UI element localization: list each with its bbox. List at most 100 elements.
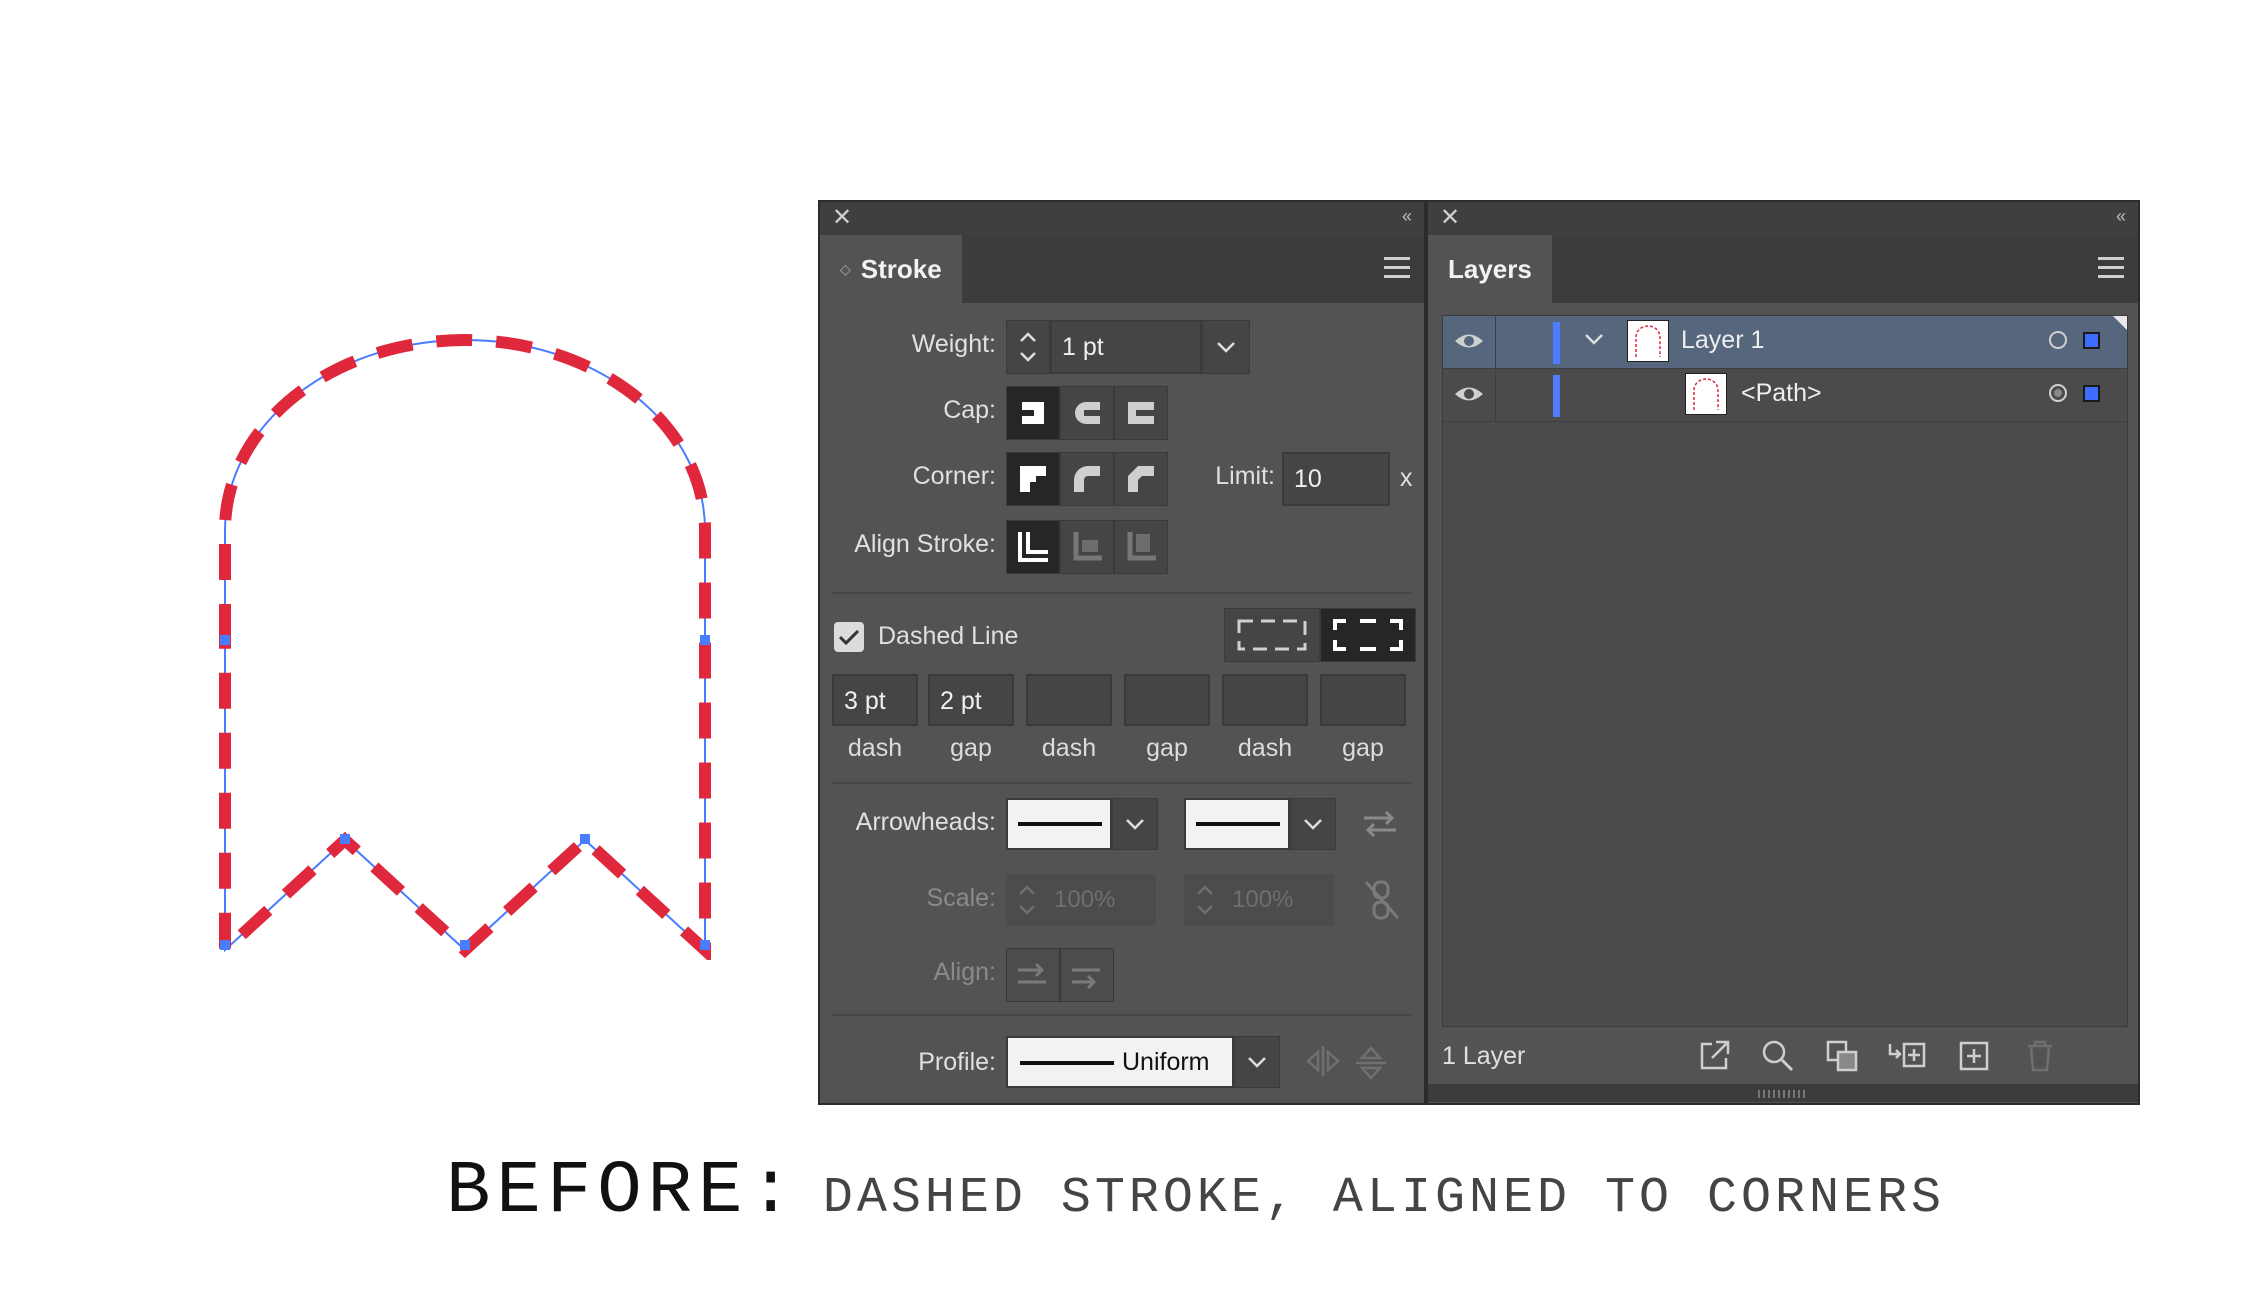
selection-indicator[interactable]	[2083, 332, 2100, 349]
gap-3-label: gap	[1342, 734, 1384, 762]
path-name[interactable]: <Path>	[1741, 379, 1822, 408]
corner-marker	[2113, 316, 2127, 330]
layer-row-layer-1[interactable]: Layer 1	[1443, 316, 2127, 369]
collapse-icon[interactable]: ‹‹	[2116, 206, 2126, 227]
layers-panel: ✕ ‹‹ Layers Layer 1 <Path> 1 Layer	[1426, 200, 2140, 1105]
limit-unit: x	[1400, 464, 1413, 492]
chevron-down-icon[interactable]	[1583, 332, 1605, 351]
target-icon[interactable]	[2049, 331, 2067, 349]
profile-dropdown[interactable]	[1234, 1036, 1280, 1088]
link-scale-icon[interactable]	[1362, 878, 1402, 927]
caption-main: BEFORE:	[446, 1150, 799, 1234]
profile-select[interactable]: Uniform	[1006, 1036, 1234, 1088]
separator	[832, 592, 1412, 594]
arrow-tip-beyond-button[interactable]	[1006, 948, 1060, 1002]
end-arrowhead-dropdown[interactable]	[1290, 798, 1336, 850]
panel-menu-icon[interactable]	[1384, 257, 1410, 279]
resize-bar[interactable]	[1428, 1084, 2138, 1102]
export-icon[interactable]	[1696, 1038, 1736, 1078]
preserve-dash-lengths-button[interactable]	[1224, 608, 1320, 662]
new-sublayer-icon[interactable]	[1888, 1038, 1928, 1078]
dashed-line-label: Dashed Line	[878, 622, 1019, 650]
projecting-cap-button[interactable]	[1114, 386, 1168, 440]
weight-input[interactable]: 1 pt	[1050, 320, 1202, 374]
end-scale-value: 100%	[1232, 886, 1294, 913]
butt-cap-button[interactable]	[1006, 386, 1060, 440]
dashed-stroke	[219, 334, 711, 960]
selection-indicator[interactable]	[2083, 385, 2100, 402]
start-scale-field[interactable]: 100%	[1006, 874, 1156, 926]
layers-panel-titlebar: ✕ ‹‹	[1428, 202, 2138, 235]
scale-label: Scale:	[926, 884, 996, 912]
end-arrowhead-select[interactable]	[1184, 798, 1290, 850]
profile-line-preview	[1020, 1061, 1114, 1065]
eye-icon[interactable]	[1453, 326, 1485, 361]
align-center-button[interactable]	[1006, 520, 1060, 574]
layer-thumbnail	[1627, 320, 1669, 362]
dash-1-input[interactable]: 3 pt	[832, 674, 918, 726]
start-arrowhead-dropdown[interactable]	[1112, 798, 1158, 850]
align-dashes-to-corners-button[interactable]	[1320, 608, 1416, 662]
dash-3-label: dash	[1237, 734, 1293, 762]
limit-input[interactable]: 10	[1282, 452, 1390, 506]
search-icon[interactable]	[1760, 1038, 1800, 1078]
stroke-panel: ✕ ‹‹ ◇ Stroke Weight: 1 pt Cap: Corner: …	[818, 200, 1426, 1105]
flip-along-icon[interactable]	[1304, 1044, 1342, 1083]
arrow-tip-at-end-button[interactable]	[1060, 948, 1114, 1002]
lock-column[interactable]	[1495, 369, 1496, 421]
dashed-path-artwork[interactable]	[205, 320, 725, 960]
caption-sub: DASHED STROKE, ALIGNED TO CORNERS	[822, 1170, 1946, 1227]
close-icon[interactable]: ✕	[1440, 206, 1460, 230]
cap-label: Cap:	[943, 396, 996, 424]
tab-stroke[interactable]: ◇ Stroke	[820, 235, 962, 303]
resize-grip[interactable]	[1758, 1090, 1808, 1098]
new-layer-icon[interactable]	[1956, 1038, 1996, 1078]
weight-dropdown-button[interactable]	[1202, 320, 1250, 374]
start-arrowhead-select[interactable]	[1006, 798, 1112, 850]
delete-icon[interactable]	[2022, 1038, 2062, 1078]
weight-label: Weight:	[911, 330, 996, 358]
tab-layers[interactable]: Layers	[1428, 235, 1552, 303]
caption: BEFORE: DASHED STROKE, ALIGNED TO CORNERS	[446, 1150, 1945, 1234]
dash-2-label: dash	[1041, 734, 1097, 762]
layer-row-path[interactable]: <Path>	[1443, 369, 2127, 422]
eye-icon[interactable]	[1453, 379, 1485, 414]
bevel-join-button[interactable]	[1114, 452, 1168, 506]
round-join-button[interactable]	[1060, 452, 1114, 506]
close-icon[interactable]: ✕	[832, 206, 852, 230]
gap-1-input[interactable]: 2 pt	[928, 674, 1014, 726]
path-thumbnail	[1685, 373, 1727, 415]
dash-3-input[interactable]	[1222, 674, 1308, 726]
gap-1-label: gap	[950, 734, 992, 762]
target-icon[interactable]	[2049, 384, 2067, 402]
dashed-line-checkbox[interactable]	[834, 622, 864, 652]
layer-color-bar	[1553, 322, 1560, 364]
lock-column[interactable]	[1495, 316, 1496, 368]
align-inside-button[interactable]	[1060, 520, 1114, 574]
flip-across-icon[interactable]	[1354, 1044, 1388, 1087]
panel-menu-icon[interactable]	[2098, 257, 2124, 279]
collapse-icon[interactable]: ‹‹	[1402, 206, 1412, 227]
profile-value: Uniform	[1122, 1048, 1210, 1076]
anchor-points	[220, 635, 710, 950]
miter-join-button[interactable]	[1006, 452, 1060, 506]
round-cap-button[interactable]	[1060, 386, 1114, 440]
separator	[832, 782, 1412, 784]
gap-3-input[interactable]	[1320, 674, 1406, 726]
clipping-mask-icon[interactable]	[1824, 1038, 1864, 1078]
arrowheads-label: Arrowheads:	[855, 808, 996, 836]
corner-label: Corner:	[912, 462, 996, 490]
layer-name[interactable]: Layer 1	[1681, 326, 1764, 355]
weight-stepper[interactable]	[1006, 320, 1050, 374]
gap-2-input[interactable]	[1124, 674, 1210, 726]
align-outside-button[interactable]	[1114, 520, 1168, 574]
dash-2-input[interactable]	[1026, 674, 1112, 726]
dash-1-label: dash	[847, 734, 903, 762]
align-label: Align:	[933, 958, 996, 986]
separator	[832, 1014, 1412, 1016]
swap-arrowheads-icon[interactable]	[1360, 806, 1400, 847]
end-scale-field[interactable]: 100%	[1184, 874, 1334, 926]
align-stroke-label: Align Stroke:	[854, 530, 996, 558]
stroke-tabrow: ◇ Stroke	[820, 235, 1424, 303]
tab-layers-label: Layers	[1448, 253, 1532, 284]
